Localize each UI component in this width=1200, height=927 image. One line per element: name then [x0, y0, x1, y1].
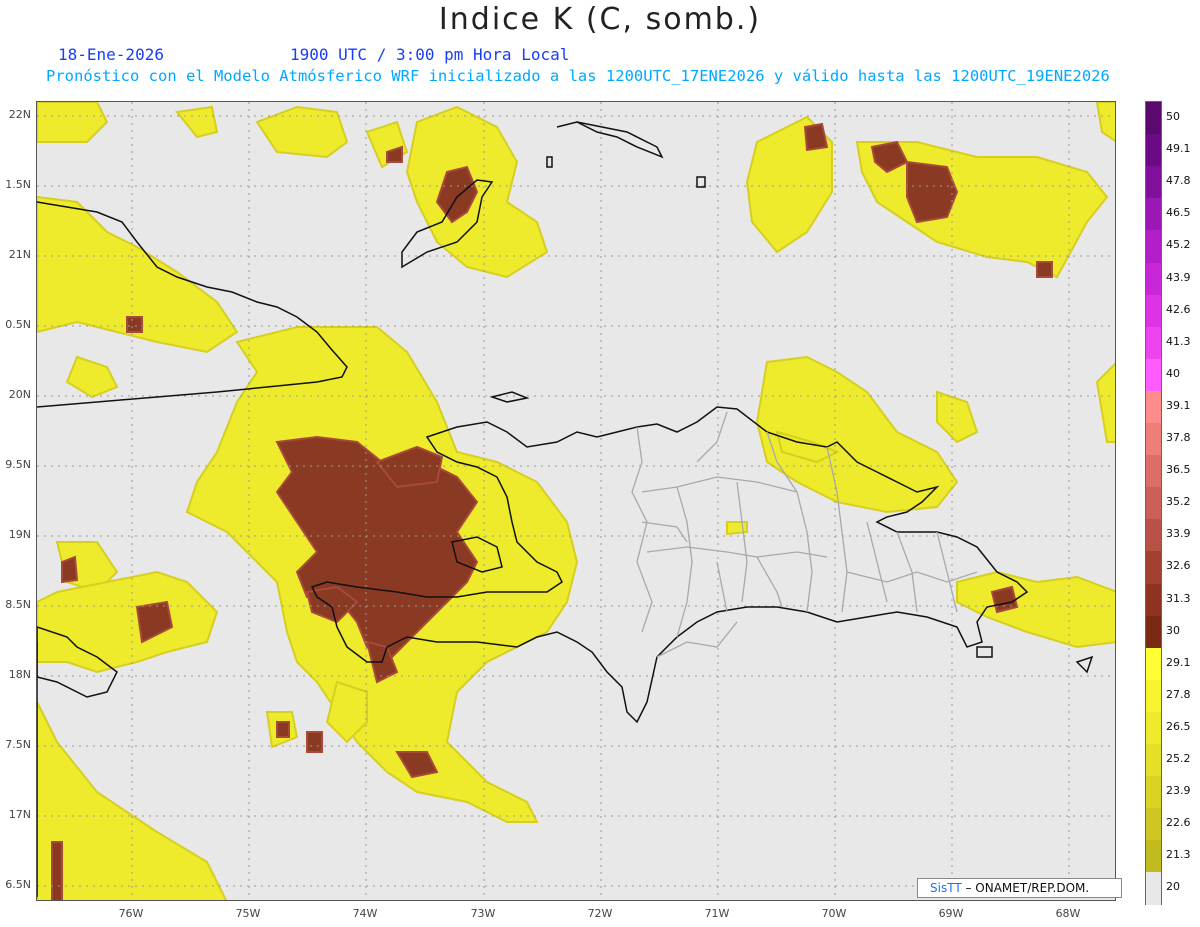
colorbar-label: 49.1	[1166, 142, 1191, 156]
colorbar-segment	[1146, 711, 1161, 745]
colorbar-label: 47.8	[1166, 174, 1191, 188]
lon-label: 71W	[704, 907, 730, 920]
colorbar-segment	[1146, 230, 1161, 263]
colorbar-segment	[1146, 551, 1161, 584]
lon-label: 70W	[821, 907, 847, 920]
colorbar-label: 30	[1166, 623, 1180, 637]
colorbar-label: 23.9	[1166, 784, 1191, 798]
colorbar-label: 21.3	[1166, 848, 1191, 862]
colorbar-label: 31.3	[1166, 591, 1191, 605]
colorbar-label: 46.5	[1166, 206, 1191, 220]
colorbar-segment	[1146, 519, 1161, 552]
map-svg	[37, 102, 1115, 900]
colorbar-label: 40	[1166, 366, 1180, 380]
colorbar	[1145, 101, 1162, 905]
colorbar-label: 32.6	[1166, 559, 1191, 573]
forecast-date: 18-Ene-2026	[58, 45, 164, 64]
lon-label: 72W	[587, 907, 613, 920]
lat-label: 6.5N	[5, 878, 31, 891]
colorbar-label: 20	[1166, 880, 1180, 894]
lat-label: 17N	[8, 808, 31, 821]
colorbar-label: 41.3	[1166, 334, 1191, 348]
colorbar-segment	[1146, 134, 1161, 167]
colorbar-segment	[1146, 358, 1161, 392]
lon-label: 76W	[118, 907, 144, 920]
colorbar-label: 33.9	[1166, 527, 1191, 541]
colorbar-segment	[1146, 647, 1161, 681]
forecast-time: 1900 UTC / 3:00 pm Hora Local	[290, 45, 570, 64]
map-panel	[36, 101, 1116, 901]
colorbar-label: 43.9	[1166, 270, 1191, 284]
colorbar-segment	[1146, 808, 1161, 841]
lat-label: 21N	[8, 248, 31, 261]
colorbar-label: 25.2	[1166, 752, 1191, 766]
colorbar-segment	[1146, 102, 1161, 135]
colorbar-segment	[1146, 326, 1161, 360]
colorbar-label: 45.2	[1166, 238, 1191, 252]
colorbar-segment	[1146, 198, 1161, 231]
lon-label: 68W	[1055, 907, 1081, 920]
colorbar-segment	[1146, 840, 1161, 873]
lat-label: 20N	[8, 388, 31, 401]
lat-label: 8.5N	[5, 598, 31, 611]
credit-brand: SisTT	[930, 881, 962, 895]
lon-label: 74W	[352, 907, 378, 920]
credit-box: SisTT – ONAMET/REP.DOM.	[917, 878, 1122, 898]
colorbar-segment	[1146, 294, 1161, 328]
forecast-subtitle: Pronóstico con el Modelo Atmósferico WRF…	[46, 67, 1110, 85]
colorbar-label: 35.2	[1166, 495, 1191, 509]
colorbar-label: 29.1	[1166, 655, 1191, 669]
lon-label: 75W	[235, 907, 261, 920]
lon-label: 73W	[470, 907, 496, 920]
colorbar-label: 36.5	[1166, 463, 1191, 477]
colorbar-label: 37.8	[1166, 431, 1191, 445]
colorbar-label: 22.6	[1166, 816, 1191, 830]
lat-label: 0.5N	[5, 318, 31, 331]
lat-label: 22N	[8, 108, 31, 121]
colorbar-segment	[1146, 872, 1161, 905]
lat-label: 18N	[8, 668, 31, 681]
colorbar-segment	[1146, 615, 1161, 649]
colorbar-segment	[1146, 423, 1161, 456]
colorbar-segment	[1146, 455, 1161, 488]
colorbar-segment	[1146, 776, 1161, 809]
colorbar-label: 42.6	[1166, 302, 1191, 316]
colorbar-segment	[1146, 679, 1161, 713]
credit-org: – ONAMET/REP.DOM.	[965, 881, 1090, 895]
colorbar-segment	[1146, 744, 1161, 777]
colorbar-segment	[1146, 390, 1161, 424]
colorbar-label: 26.5	[1166, 719, 1191, 733]
colorbar-segment	[1146, 583, 1161, 617]
colorbar-segment	[1146, 487, 1161, 520]
map-title: Indice K (C, somb.)	[438, 2, 762, 37]
lat-label: 1.5N	[5, 178, 31, 191]
lon-label: 69W	[938, 907, 964, 920]
lat-label: 7.5N	[5, 738, 31, 751]
colorbar-label: 27.8	[1166, 687, 1191, 701]
colorbar-segment	[1146, 166, 1161, 199]
colorbar-segment	[1146, 262, 1161, 296]
lat-label: 19N	[8, 528, 31, 541]
colorbar-label: 50	[1166, 110, 1180, 124]
lat-label: 9.5N	[5, 458, 31, 471]
colorbar-label: 39.1	[1166, 398, 1191, 412]
